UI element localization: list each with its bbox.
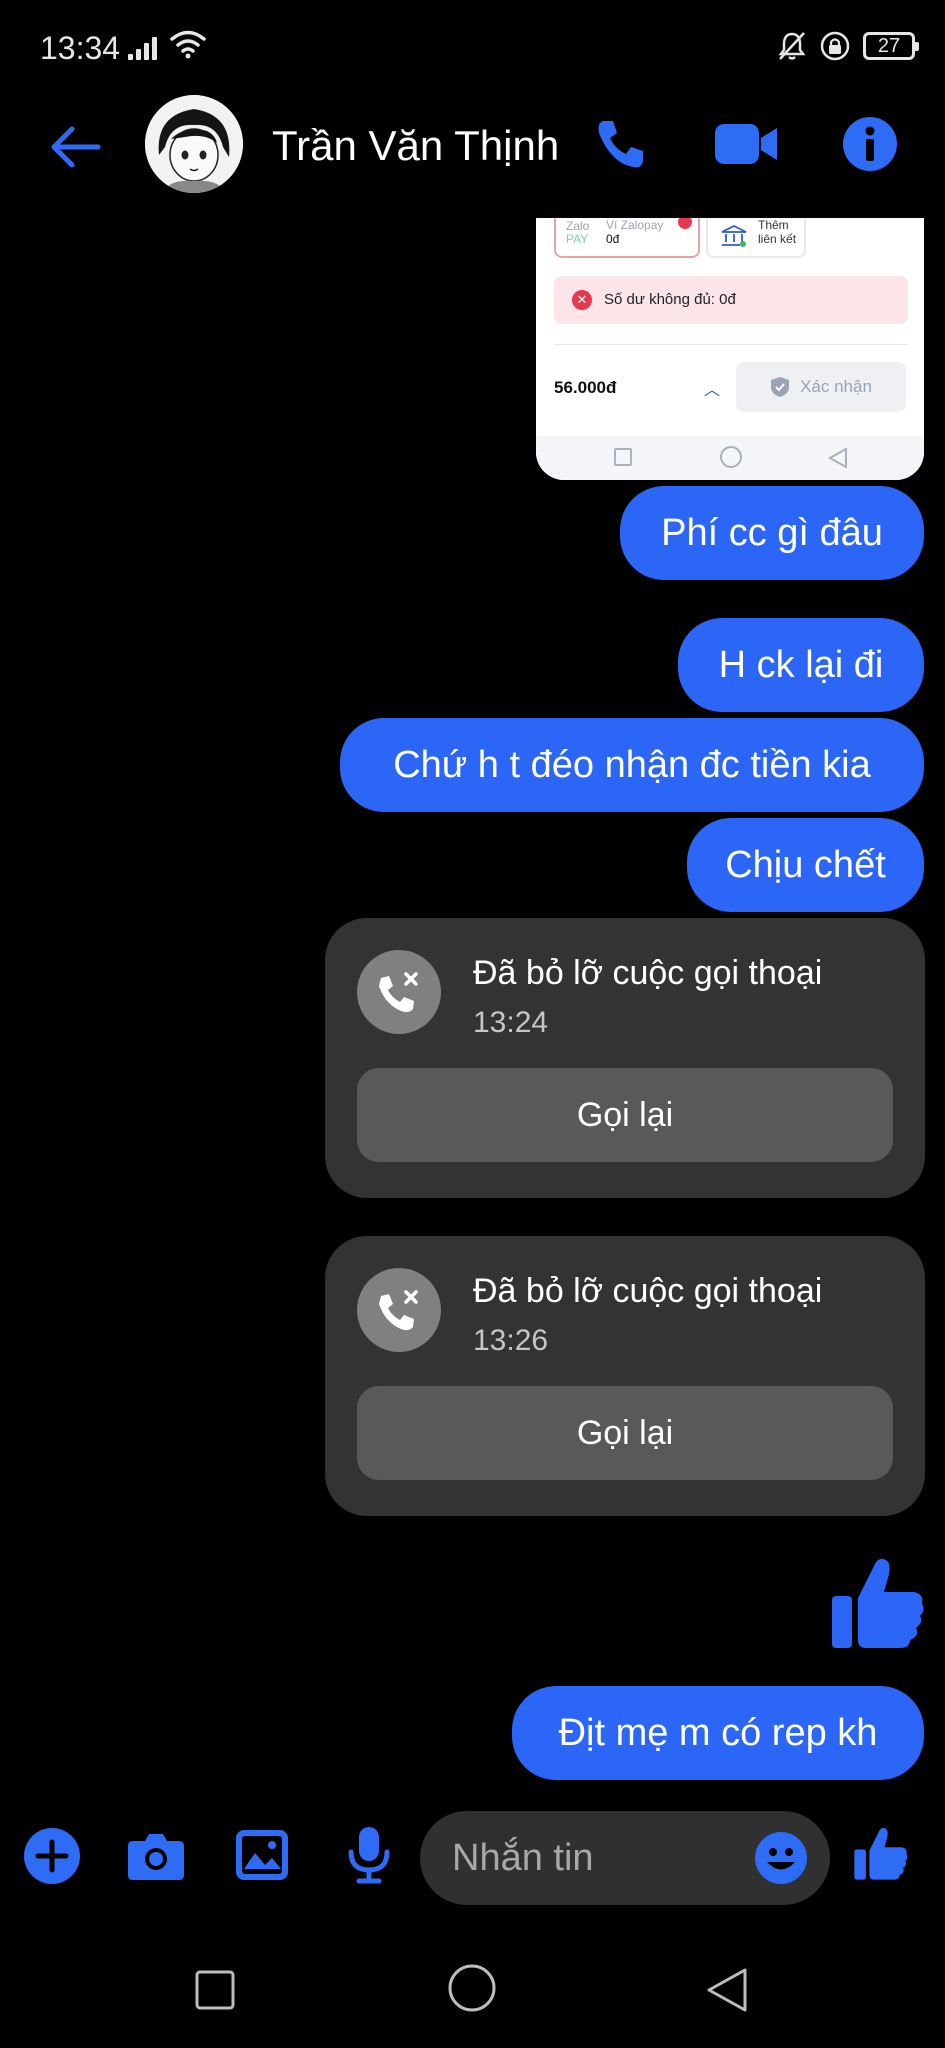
message-input[interactable]	[452, 1811, 752, 1905]
message-bubble[interactable]: H ck lại đi	[678, 618, 924, 712]
thumbs-up-icon	[854, 1827, 908, 1880]
message-input-container	[420, 1811, 830, 1905]
plus-icon	[24, 1828, 80, 1884]
wallet-balance: 0đ	[606, 232, 620, 246]
missed-call-icon	[357, 950, 441, 1034]
screenshot-navbar	[536, 436, 924, 480]
status-bar: 13:34 27	[0, 0, 945, 100]
add-link-label: Thêm liên kết	[758, 218, 797, 246]
error-icon: ✕	[572, 290, 592, 310]
composer	[0, 1800, 945, 1910]
like-button[interactable]	[850, 1822, 912, 1884]
insufficient-balance-alert: ✕ Số dư không đủ: 0đ	[554, 276, 908, 324]
shield-icon	[771, 377, 790, 397]
message-bubble[interactable]: Địt mẹ m có rep kh	[512, 1686, 924, 1780]
system-navigation-bar	[0, 1930, 945, 2048]
missed-call-card: Đã bỏ lỡ cuộc gọi thoại 13:26 Gọi lại	[325, 1236, 925, 1516]
missed-call-card: Đã bỏ lỡ cuộc gọi thoại 13:24 Gọi lại	[325, 918, 925, 1198]
gallery-button[interactable]	[232, 1826, 292, 1884]
message-bubble[interactable]: Phí cc gì đâu	[620, 486, 924, 580]
back-arrow-icon	[51, 126, 101, 168]
camera-icon	[128, 1834, 184, 1880]
image-icon	[236, 1830, 288, 1880]
missed-call-icon	[357, 1268, 441, 1352]
shared-image[interactable]: Zalo PAY Ví Zalopay 0đ Thêm liên kết ✕ Số …	[536, 218, 924, 480]
voice-call-button[interactable]	[588, 112, 652, 176]
info-button[interactable]	[838, 112, 902, 176]
recent-apps-button[interactable]	[190, 1965, 240, 2015]
circle-icon	[448, 1964, 496, 2012]
camera-button[interactable]	[126, 1828, 186, 1884]
bell-muted-icon	[778, 32, 806, 60]
lock-rotate-icon	[820, 31, 850, 61]
plus-button[interactable]	[22, 1826, 82, 1886]
amount: 56.000đ	[554, 378, 617, 397]
bank-icon	[721, 224, 747, 247]
call-back-button[interactable]: Gọi lại	[357, 1386, 893, 1480]
wifi-icon	[170, 30, 206, 59]
home-button[interactable]	[444, 1960, 500, 2016]
video-icon	[715, 124, 777, 164]
microphone-icon	[348, 1827, 390, 1884]
video-call-button[interactable]	[712, 112, 780, 176]
zalopay-logo: Zalo PAY	[566, 219, 590, 246]
message-bubble[interactable]: Chịu chết	[687, 818, 924, 912]
triangle-back-icon	[707, 1968, 747, 2012]
signal-icon	[128, 36, 158, 60]
wallet-option: Zalo PAY Ví Zalopay 0đ	[554, 218, 700, 258]
missed-call-time: 13:24	[473, 1006, 549, 1039]
confirm-button: Xác nhận	[736, 362, 906, 412]
add-link-option: Thêm liên kết	[706, 218, 806, 258]
battery-indicator: 27	[863, 32, 919, 60]
phone-icon	[598, 121, 643, 168]
thumbs-up-icon[interactable]	[830, 1552, 926, 1652]
missed-call-time: 13:26	[473, 1324, 549, 1357]
info-icon	[843, 117, 897, 171]
back-button[interactable]	[40, 112, 110, 182]
back-nav-button[interactable]	[702, 1965, 752, 2015]
warning-text: Số dư không đủ: 0đ	[604, 291, 736, 308]
contact-name[interactable]: Trần Văn Thịnh	[272, 122, 559, 170]
missed-call-title: Đã bỏ lỡ cuộc gọi thoại	[473, 1272, 823, 1310]
status-right-group: 27	[777, 30, 919, 62]
avatar[interactable]	[145, 95, 243, 193]
message-bubble[interactable]: Chứ h t đéo nhận đc tiền kia	[340, 718, 924, 812]
call-back-button[interactable]: Gọi lại	[357, 1068, 893, 1162]
wallet-name: Ví Zalopay	[606, 218, 664, 232]
microphone-button[interactable]	[342, 1824, 396, 1886]
chevron-up-icon: ︿	[704, 382, 721, 399]
divider	[554, 344, 908, 345]
emoji-icon[interactable]	[754, 1831, 808, 1885]
square-icon	[195, 1970, 235, 2010]
error-dot-icon	[678, 218, 692, 229]
status-time: 13:34	[40, 30, 121, 66]
missed-call-title: Đã bỏ lỡ cuộc gọi thoại	[473, 954, 823, 992]
